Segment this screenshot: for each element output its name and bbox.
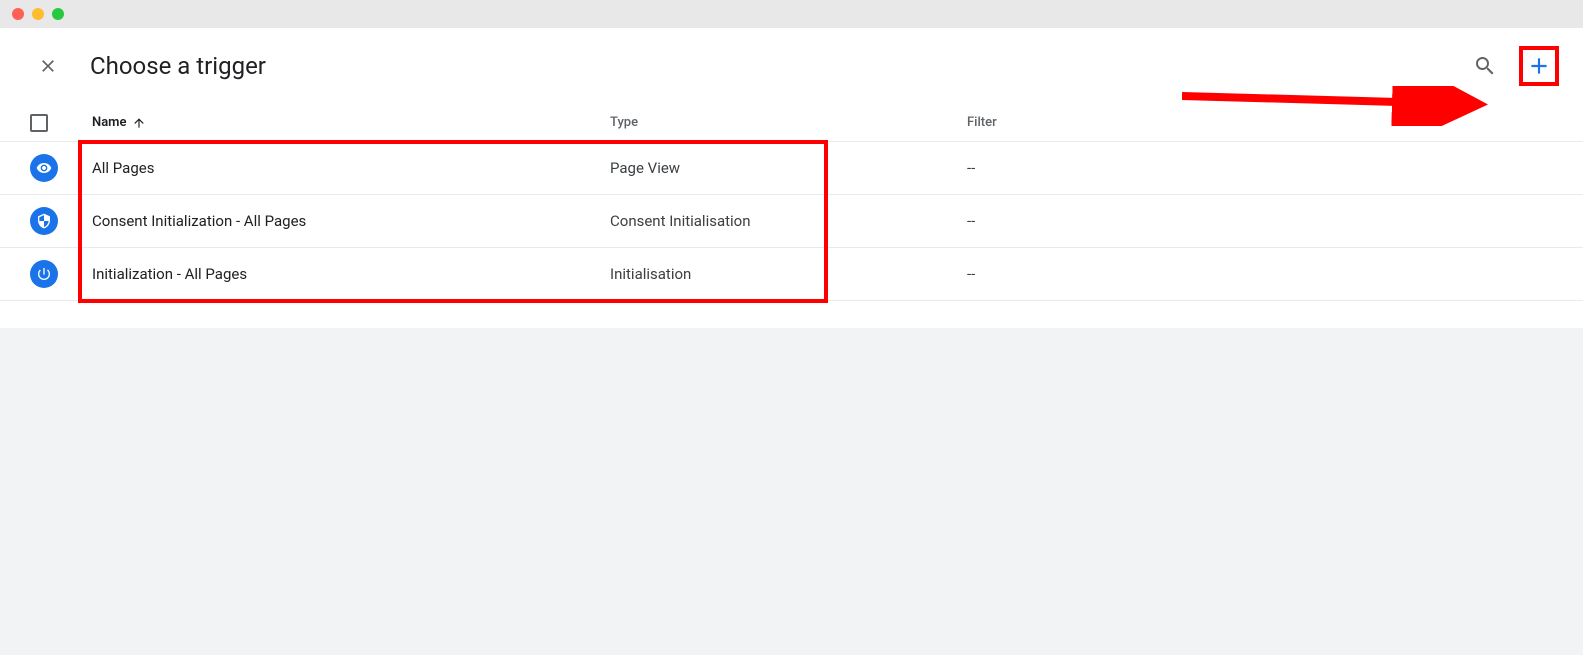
close-icon <box>38 56 58 76</box>
trigger-filter: -- <box>967 212 1559 230</box>
search-button[interactable] <box>1469 50 1501 82</box>
search-icon <box>1473 54 1497 78</box>
table-body: All Pages Page View -- Consent Initializ… <box>0 142 1583 301</box>
trigger-row[interactable]: Initialization - All Pages Initialisatio… <box>0 248 1583 301</box>
trigger-type: Consent Initialisation <box>610 212 967 230</box>
trigger-type: Initialisation <box>610 265 967 283</box>
close-button[interactable] <box>36 54 60 78</box>
table-header: Name Type Filter <box>0 104 1583 142</box>
trigger-filter: -- <box>967 265 1559 283</box>
shield-icon <box>36 213 52 229</box>
window-titlebar <box>0 0 1583 28</box>
window-maximize-button[interactable] <box>52 8 64 20</box>
eye-icon <box>36 160 52 176</box>
trigger-type: Page View <box>610 159 967 177</box>
column-header-type[interactable]: Type <box>610 115 967 130</box>
add-trigger-button[interactable] <box>1525 52 1553 80</box>
power-icon <box>36 266 52 282</box>
trigger-name: All Pages <box>92 159 610 177</box>
trigger-filter: -- <box>967 159 1559 177</box>
trigger-name: Initialization - All Pages <box>92 265 610 283</box>
add-button-highlight <box>1519 46 1559 86</box>
consent-init-icon <box>30 207 58 235</box>
plus-icon <box>1526 53 1552 79</box>
column-header-filter[interactable]: Filter <box>967 115 1559 130</box>
panel-title: Choose a trigger <box>90 52 1469 80</box>
init-icon <box>30 260 58 288</box>
trigger-row[interactable]: All Pages Page View -- <box>0 142 1583 195</box>
column-header-name[interactable]: Name <box>92 115 610 130</box>
column-filter-label: Filter <box>967 115 997 130</box>
trigger-row[interactable]: Consent Initialization - All Pages Conse… <box>0 195 1583 248</box>
sort-ascending-icon <box>132 116 146 130</box>
column-type-label: Type <box>610 115 638 130</box>
page-view-icon <box>30 154 58 182</box>
panel-header: Choose a trigger <box>0 28 1583 104</box>
select-all-checkbox[interactable] <box>30 114 48 132</box>
trigger-panel: Choose a trigger Name Type Filter <box>0 28 1583 328</box>
column-name-label: Name <box>92 115 126 130</box>
trigger-name: Consent Initialization - All Pages <box>92 212 610 230</box>
header-actions <box>1469 46 1559 86</box>
window-minimize-button[interactable] <box>32 8 44 20</box>
window-close-button[interactable] <box>12 8 24 20</box>
